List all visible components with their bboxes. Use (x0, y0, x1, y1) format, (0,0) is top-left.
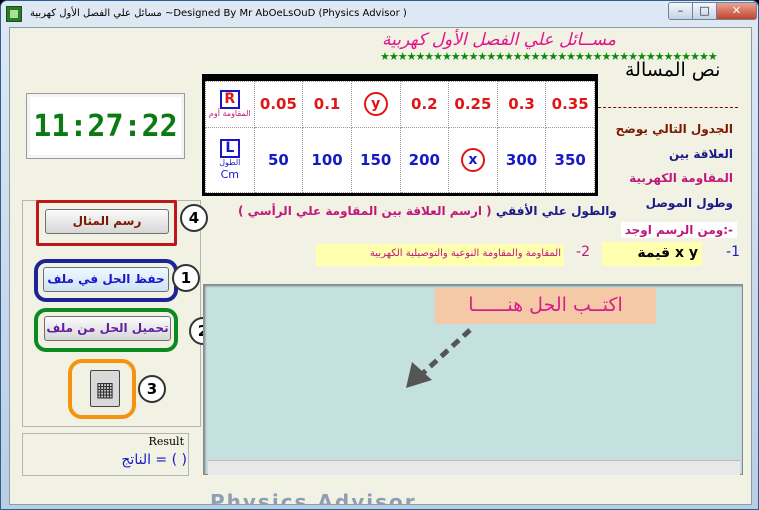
r-header-sub: المقاومة أوم (208, 109, 251, 119)
result-value: الناتج = ( ) (121, 452, 187, 468)
description-line-2: العلاقة بين (668, 147, 733, 161)
result-label: Result (148, 435, 184, 448)
table-row-length: L الطول Cm 50 100 150 200 x 300 350 (205, 126, 595, 194)
table-cell: 300 (496, 126, 547, 194)
main-form: مســائل علي الفصل الأول كهربية ★★★★★★★★★… (9, 27, 752, 505)
calculator-icon[interactable]: ▦ (90, 370, 120, 407)
table-cell: 0.05 (253, 81, 304, 128)
app-window: مسائل علي الفصل الأول كهربية ~Designed B… (0, 0, 759, 510)
requirement-2: المقاومة والمقاومة النوعية والتوصيلية ال… (316, 244, 564, 266)
description-line-4: وطول الموصل (645, 196, 733, 210)
requirements-row: -1 قيمة x y -2 المقاومة والمقاومة النوعي… (310, 242, 740, 268)
requirement-1: قيمة x y (602, 242, 702, 266)
title-bar[interactable]: مسائل علي الفصل الأول كهربية ~Designed B… (1, 1, 758, 27)
table-cell-unknown-x: x (448, 126, 498, 194)
maximize-button[interactable]: □ (692, 2, 717, 20)
circled-x: x (460, 147, 485, 172)
marker-3: 3 (138, 375, 166, 403)
window-title: مسائل علي الفصل الأول كهربية ~Designed B… (30, 8, 407, 19)
r-letter-box: R (219, 90, 240, 110)
app-icon (6, 6, 22, 22)
data-table-frame: R المقاومة أوم 0.05 0.1 y 0.2 0.25 0.3 0… (202, 74, 598, 196)
page-heading: مســائل علي الفصل الأول كهربية (382, 30, 616, 50)
result-box: Result الناتج = ( ) (22, 433, 189, 476)
table-cell: 150 (350, 126, 401, 194)
description-line-3: المقاومة الكهربية (629, 171, 733, 185)
table-cell-unknown-y: y (350, 81, 401, 128)
data-table: R المقاومة أوم 0.05 0.1 y 0.2 0.25 0.3 0… (205, 81, 595, 194)
requirement-2-number: -2 (576, 244, 590, 260)
requirement-1-number: -1 (726, 244, 740, 260)
table-cell: 0.35 (545, 81, 595, 128)
instruction-part-2: ( ارسم العلاقة بين المقاومة علي الرأسي ) (238, 204, 492, 218)
question-label: نص المسالة (625, 59, 721, 81)
table-cell: 0.3 (496, 81, 547, 128)
close-button[interactable]: ✕ (716, 2, 757, 20)
minimize-button[interactable]: – (668, 2, 693, 20)
table-cell: 0.1 (302, 81, 352, 128)
load-solution-button[interactable]: تحميل الحل من ملف (44, 316, 171, 341)
table-cell: 0.2 (399, 81, 450, 128)
instruction-part-1: والطول علي الأفقي (495, 204, 617, 218)
clock-display: 11:27:22 (26, 93, 185, 159)
table-row-resistance: R المقاومة أوم 0.05 0.1 y 0.2 0.25 0.3 0… (205, 81, 595, 128)
table-cell: 200 (399, 126, 450, 194)
r-header-cell: R المقاومة أوم (205, 81, 255, 128)
l-header-cell: L الطول Cm (205, 126, 255, 194)
table-cell: 350 (545, 126, 595, 194)
dashed-divider (598, 107, 738, 108)
instruction-text: والطول علي الأفقي ( ارسم العلاقة بين الم… (238, 204, 617, 218)
table-cell: 0.25 (448, 81, 498, 128)
description-line-1: الجدول التالي يوضح (615, 122, 733, 136)
draw-example-button[interactable]: رسم المثال (45, 209, 169, 234)
marker-4: 4 (180, 204, 208, 232)
answer-hint: اكتــب الحل هنــــــا (435, 288, 656, 324)
l-letter-box: L (219, 139, 240, 159)
l-header-unit: Cm (220, 168, 240, 182)
table-cell: 50 (253, 126, 304, 194)
description-line-5: ومن الرسم اوجد:- (620, 222, 737, 238)
arrow-down-left-icon (406, 328, 472, 388)
marker-1: 1 (172, 264, 200, 292)
circled-y: y (363, 92, 388, 117)
table-cell: 100 (302, 126, 352, 194)
answer-scrollbar[interactable] (208, 460, 740, 475)
bottom-watermark: Physics Advisor (210, 490, 417, 505)
save-solution-button[interactable]: حفظ الحل في ملف (43, 267, 169, 292)
l-header-sub: الطول (219, 158, 241, 168)
